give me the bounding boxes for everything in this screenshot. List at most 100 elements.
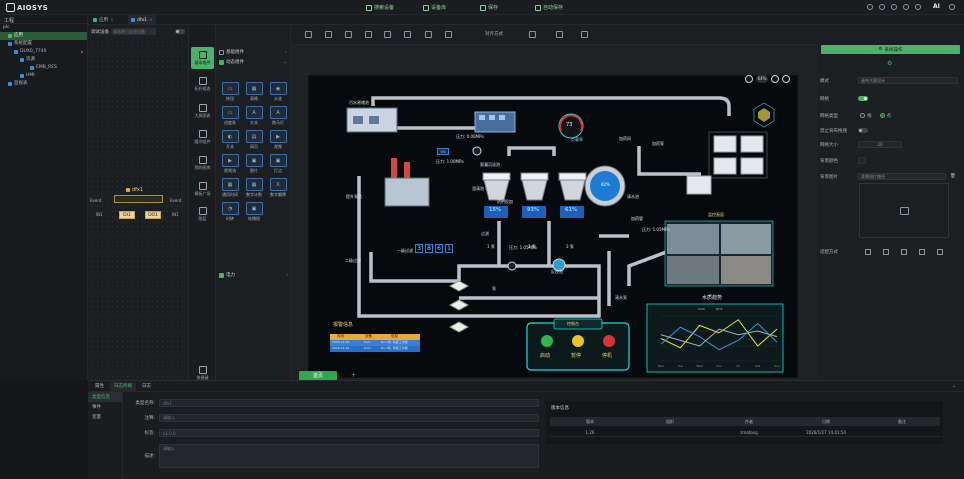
component-item[interactable]: ▦ 数字计数 (243, 178, 265, 200)
bg-image-input[interactable]: 背景图片路径 (858, 173, 946, 180)
screenshot-icon[interactable] (425, 31, 432, 38)
zoom-value[interactable]: 64% (756, 75, 768, 83)
start-button-icon[interactable] (541, 335, 553, 347)
settings-icon[interactable] (891, 4, 897, 10)
copy-icon[interactable] (325, 31, 332, 38)
tab-log-terminal[interactable]: 日志终端 (110, 381, 136, 391)
add-page-button[interactable]: + (351, 372, 356, 379)
tab-properties[interactable]: 属性 (91, 382, 108, 391)
lock-icon[interactable] (581, 31, 588, 38)
category-templates[interactable]: 模板广场 (191, 178, 214, 200)
fit-option-icon[interactable] (865, 249, 871, 255)
tree-node-watch[interactable]: 监视表 (0, 80, 87, 88)
stop-button-icon[interactable] (603, 335, 615, 347)
component-item[interactable]: ▣ 轮播图 (243, 202, 265, 224)
component-item[interactable]: ◔ 时钟 (219, 202, 241, 224)
zoom-out-icon[interactable] (745, 75, 753, 83)
fit-option-icon[interactable] (883, 249, 889, 255)
component-item[interactable]: ▦ 通用时间 (219, 178, 241, 200)
category-my-gallery[interactable]: 我的图库 (191, 152, 214, 174)
delete-icon[interactable] (305, 31, 312, 38)
close-icon[interactable]: × (149, 18, 153, 23)
fit-option-icon[interactable] (901, 249, 907, 255)
section-power[interactable]: 电力 › (216, 270, 291, 280)
side-events[interactable]: 事件 (88, 402, 122, 412)
theme-icon[interactable] (903, 4, 909, 10)
tag-input[interactable]: v1.0.0 (159, 429, 539, 437)
tree-node-hmi[interactable]: HMI (0, 72, 87, 80)
avatar[interactable]: AI (933, 3, 940, 10)
help-icon[interactable] (915, 4, 921, 10)
checkbox-icon[interactable] (219, 49, 224, 55)
component-item[interactable]: ▦ 表格 (243, 82, 265, 104)
zoom-reset-icon[interactable] (782, 75, 790, 83)
component-item[interactable]: ▤ 网页 (243, 130, 265, 152)
delete-icon[interactable]: 🗑 (950, 174, 956, 179)
block-output[interactable]: DO1 (145, 211, 161, 219)
tree-node-sysconfig[interactable]: 系统配置 (0, 40, 87, 48)
system-operation-button[interactable]: ⚙ 系统操作 (821, 45, 960, 54)
section-basic[interactable]: 基础组件 › (216, 47, 290, 57)
debug-toggle[interactable] (175, 29, 185, 34)
zoom-in-icon[interactable] (771, 75, 779, 83)
pause-button-icon[interactable] (572, 335, 584, 347)
redo-icon[interactable] (404, 31, 411, 38)
component-item[interactable]: ▣ 图片 (243, 154, 265, 176)
component-item[interactable]: A 跑马灯 (267, 106, 289, 128)
component-item[interactable]: ◉ 水波 (267, 82, 289, 104)
component-item[interactable]: ▶ 视频 (267, 130, 289, 152)
category-layers[interactable]: 图层 (191, 203, 214, 225)
component-item[interactable]: ▣ 打点 (267, 154, 289, 176)
category-charts[interactable]: 大屏图表 (191, 100, 214, 122)
frame-icon[interactable] (556, 31, 563, 38)
align-dropdown[interactable]: 对齐方式 (485, 31, 503, 37)
color-picker[interactable] (858, 157, 866, 164)
autosave-button[interactable]: 自动保存 (535, 3, 563, 12)
tree-node-device[interactable]: DUX0_7740 (0, 48, 87, 56)
component-item[interactable]: X 数字翻牌 (267, 178, 289, 200)
radio-dot[interactable] (879, 113, 885, 118)
export-icon[interactable] (365, 31, 372, 38)
device-lib-button[interactable]: 设备库 (423, 3, 446, 12)
tree-node-emb-res[interactable]: EMB_RES (0, 64, 87, 72)
table-row[interactable]: 1.26 zmatang 2026/1/27 14:41:54 (550, 428, 940, 437)
component-item[interactable]: ▭ 按钮 (219, 82, 241, 104)
collapse-icon[interactable]: ⌄ (952, 383, 956, 389)
checkbox-icon[interactable] (219, 59, 224, 65)
fit-option-icon[interactable] (937, 249, 943, 255)
section-dynamic[interactable]: 动态组件 ⌄ (216, 57, 290, 67)
category-basic[interactable]: 基本组件 (191, 47, 214, 69)
debug-device-select[interactable]: 请选择已连接设备 (111, 28, 156, 35)
tree-node-app[interactable]: 应用 (0, 32, 87, 40)
mode-select[interactable]: 画布大屏设计 (858, 77, 958, 84)
tab-dfx1[interactable]: dfx1 × (128, 15, 156, 25)
bg-image-upload[interactable] (859, 183, 949, 238)
user-icon[interactable] (879, 4, 885, 10)
category-topology[interactable]: 拓扑组态 (191, 73, 214, 95)
side-type-info[interactable]: 类型信息 (88, 392, 122, 402)
tab-log[interactable]: 日志 (138, 382, 155, 391)
component-item[interactable]: ◐ 开关 (219, 130, 241, 152)
grid-toggle[interactable] (858, 96, 868, 101)
notification-icon[interactable] (949, 4, 955, 10)
settings-tab-icon[interactable]: ⚙ (887, 60, 892, 67)
close-icon[interactable]: × (110, 18, 114, 23)
comment-input[interactable]: 请输入 (159, 414, 539, 422)
fit-icon[interactable] (529, 31, 536, 38)
minimize-icon[interactable] (867, 4, 873, 10)
component-item[interactable]: ▶ 视频流 (219, 154, 241, 176)
preview-icon[interactable] (445, 31, 452, 38)
side-variables[interactable]: 变量 (88, 412, 122, 422)
component-item[interactable]: A 文本 (243, 106, 265, 128)
paste-icon[interactable] (345, 31, 352, 38)
design-stage[interactable]: Mon Tue Wed Thu Fri Sat Sun 污水原储池 压力: 0.00MPa … (308, 75, 799, 379)
description-input[interactable]: 请输入 (159, 444, 539, 468)
category-buffer[interactable]: 缓冲组件 (191, 126, 214, 148)
tree-node-resource[interactable]: 资源 (0, 56, 87, 64)
block-input[interactable]: DI1 (119, 211, 135, 219)
grid-size-stepper[interactable]: 20 (858, 141, 902, 148)
tree-node-plc[interactable]: plc (0, 24, 87, 32)
component-item[interactable]: ▭ 进度条 (219, 106, 241, 128)
undo-icon[interactable] (384, 31, 391, 38)
fit-option-icon[interactable] (919, 249, 925, 255)
